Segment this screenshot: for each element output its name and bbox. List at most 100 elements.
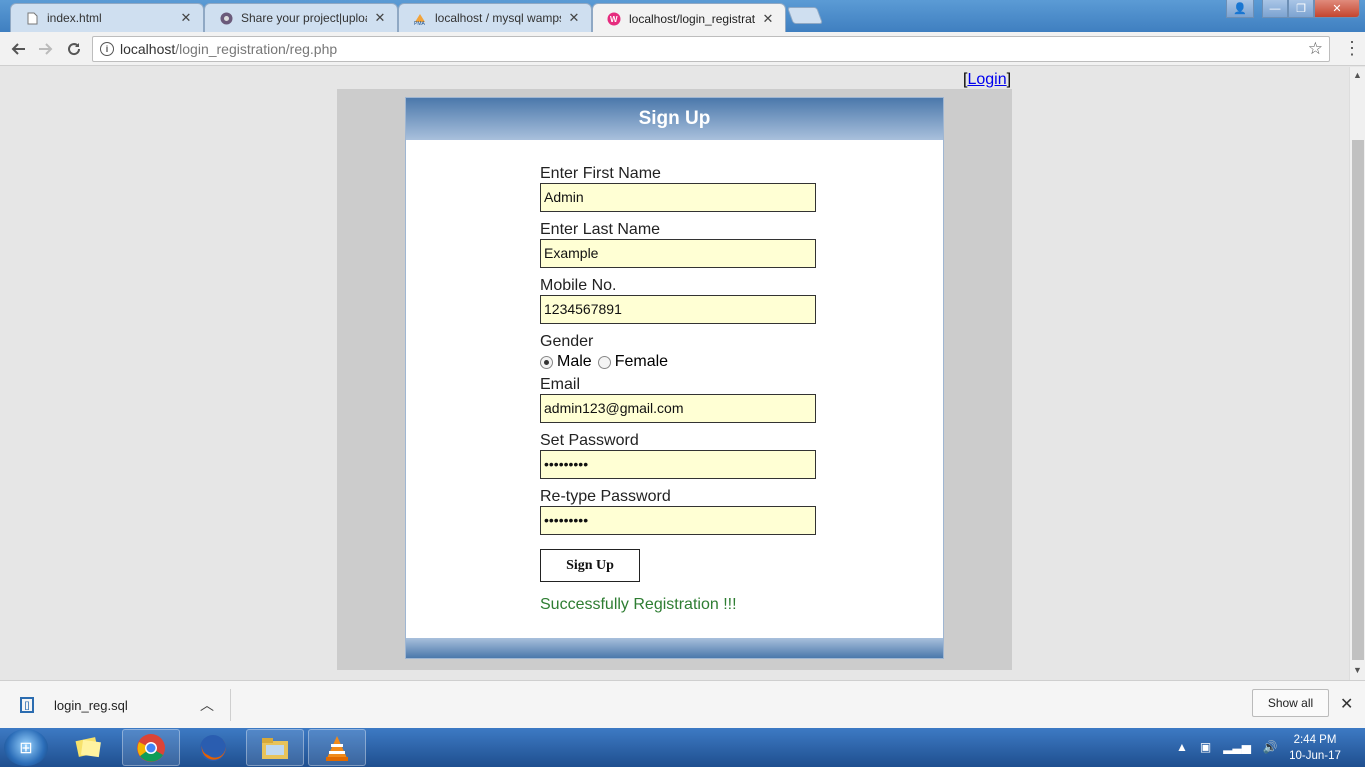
login-link[interactable]: Login bbox=[967, 71, 1006, 88]
reload-icon bbox=[68, 43, 81, 56]
clock-date: 10-Jun-17 bbox=[1289, 750, 1341, 762]
url-text: localhost/login_registration/reg.php bbox=[120, 41, 337, 57]
first-name-input[interactable]: Admin bbox=[540, 183, 816, 212]
taskbar-file-explorer[interactable] bbox=[246, 729, 304, 766]
windows-logo-icon: ⊞ bbox=[19, 739, 33, 757]
folder-icon bbox=[262, 737, 288, 759]
close-icon[interactable]: ✕ bbox=[1340, 694, 1353, 714]
download-file-name: login_reg.sql bbox=[54, 697, 128, 713]
close-icon[interactable]: ✕ bbox=[179, 10, 193, 26]
tab-title: localhost / mysql wamps bbox=[435, 11, 561, 25]
gender-radio-group: Male Female bbox=[540, 351, 840, 373]
arrow-left-icon bbox=[11, 43, 25, 55]
maximize-button[interactable]: ❐ bbox=[1288, 0, 1314, 18]
mobile-label: Mobile No. bbox=[540, 277, 617, 294]
url-path: /login_registration/reg.php bbox=[175, 41, 338, 57]
forward-button[interactable] bbox=[34, 37, 58, 61]
menu-icon[interactable]: ⋮ bbox=[1343, 38, 1361, 60]
file-icon bbox=[25, 11, 39, 25]
last-name-label: Enter Last Name bbox=[540, 221, 661, 238]
taskbar-clock[interactable]: 2:44 PM 10-Jun-17 bbox=[1280, 732, 1350, 764]
tab-title: localhost/login_registrati bbox=[629, 11, 755, 26]
tab-title: Share your project|uploa bbox=[241, 11, 367, 25]
gender-male-radio[interactable] bbox=[540, 355, 553, 369]
password-label: Set Password bbox=[540, 432, 639, 449]
close-icon[interactable]: ✕ bbox=[761, 11, 775, 27]
first-name-label: Enter First Name bbox=[540, 165, 661, 182]
mobile-input[interactable]: 1234567891 bbox=[540, 295, 816, 324]
page-scrollbar[interactable]: ▲ ▼ bbox=[1349, 67, 1365, 680]
gender-female-label: Female bbox=[614, 353, 669, 370]
scroll-up-icon[interactable]: ▲ bbox=[1353, 70, 1362, 80]
windows-taskbar: ⊞ ▲ ▣ ▂▃▅ 🔊 2:44 PM 10-Jun-17 bbox=[0, 728, 1365, 767]
clock-time: 2:44 PM bbox=[1293, 734, 1337, 746]
retype-password-label: Re-type Password bbox=[540, 488, 671, 505]
retype-password-input[interactable]: ••••••••• bbox=[540, 506, 816, 535]
wamp-icon: W bbox=[607, 12, 621, 26]
card-header: Sign Up bbox=[406, 98, 943, 140]
back-button[interactable] bbox=[6, 37, 30, 61]
show-all-button[interactable]: Show all bbox=[1252, 689, 1329, 717]
close-icon[interactable]: ✕ bbox=[567, 10, 581, 26]
firefox-icon bbox=[200, 734, 226, 761]
minimize-button[interactable]: — bbox=[1262, 0, 1288, 18]
page-title: Sign Up bbox=[638, 108, 711, 129]
url-host: localhost bbox=[120, 41, 176, 57]
volume-icon[interactable]: 🔊 bbox=[1263, 740, 1278, 754]
scroll-thumb[interactable] bbox=[1352, 140, 1364, 660]
profile-icon[interactable]: 👤 bbox=[1226, 0, 1254, 18]
close-window-button[interactable]: ✕ bbox=[1314, 0, 1360, 18]
signup-form: Enter First Name Admin Enter Last Name E… bbox=[540, 164, 840, 614]
new-tab-button[interactable] bbox=[786, 7, 824, 24]
last-name-input[interactable]: Example bbox=[540, 239, 816, 268]
email-input[interactable]: admin123@gmail.com bbox=[540, 394, 816, 423]
success-message: Successfully Registration !!! bbox=[540, 596, 737, 613]
bookmark-star-icon[interactable]: ☆ bbox=[1308, 39, 1323, 59]
login-link-container: [Login] bbox=[963, 71, 1011, 89]
tab-phpmyadmin[interactable]: PMA localhost / mysql wamps ✕ bbox=[398, 3, 592, 32]
gender-female-radio[interactable] bbox=[597, 355, 611, 369]
taskbar-vlc[interactable] bbox=[308, 729, 366, 766]
tab-share-project[interactable]: Share your project|uploa ✕ bbox=[204, 3, 398, 32]
phpmyadmin-icon: PMA bbox=[413, 11, 427, 25]
scroll-down-icon[interactable]: ▼ bbox=[1353, 665, 1362, 675]
reload-button[interactable] bbox=[62, 37, 86, 61]
download-shelf: [] login_reg.sql ︿ Show all ✕ bbox=[0, 680, 1365, 728]
bracket-close: ] bbox=[1006, 71, 1012, 88]
email-label: Email bbox=[540, 376, 581, 393]
sticky-notes-icon bbox=[75, 736, 101, 757]
form-outer-box: Sign Up Enter First Name Admin Enter Las… bbox=[337, 89, 1012, 670]
download-item[interactable]: [] login_reg.sql bbox=[12, 691, 128, 719]
password-input[interactable]: ••••••••• bbox=[540, 450, 816, 479]
taskbar-firefox[interactable] bbox=[184, 729, 242, 766]
network-device-icon[interactable]: ▣ bbox=[1200, 740, 1211, 754]
close-icon[interactable]: ✕ bbox=[373, 10, 387, 26]
page-viewport: [Login] Sign Up Enter First Name Admin E… bbox=[0, 67, 1349, 680]
gender-male-label: Male bbox=[557, 353, 592, 370]
taskbar-sticky-notes[interactable] bbox=[60, 729, 118, 766]
sql-file-icon: [] bbox=[20, 697, 34, 713]
system-tray: ▲ ▣ ▂▃▅ 🔊 bbox=[1176, 736, 1290, 758]
gender-label: Gender bbox=[540, 333, 594, 350]
browser-toolbar: i localhost/login_registration/reg.php ☆… bbox=[0, 32, 1365, 66]
tab-index-html[interactable]: index.html ✕ bbox=[10, 3, 204, 32]
taskbar-chrome[interactable] bbox=[122, 729, 180, 766]
tab-title: index.html bbox=[47, 11, 102, 25]
arrow-right-icon bbox=[39, 43, 53, 55]
tray-expand-icon[interactable]: ▲ bbox=[1176, 740, 1188, 754]
tab-login-registration[interactable]: W localhost/login_registrati ✕ bbox=[592, 3, 786, 33]
info-icon[interactable]: i bbox=[100, 42, 114, 56]
signal-strength-icon[interactable]: ▂▃▅ bbox=[1223, 740, 1251, 754]
signup-card: Sign Up Enter First Name Admin Enter Las… bbox=[405, 97, 944, 659]
signup-button[interactable]: Sign Up bbox=[540, 549, 640, 582]
shelf-divider bbox=[230, 689, 231, 721]
chevron-up-icon[interactable]: ︿ bbox=[200, 695, 214, 715]
svg-text:W: W bbox=[610, 15, 618, 24]
svg-text:PMA: PMA bbox=[414, 21, 426, 25]
browser-tab-bar: index.html ✕ Share your project|uploa ✕ … bbox=[0, 0, 1365, 33]
chrome-icon bbox=[137, 733, 165, 762]
site-favicon-icon bbox=[219, 11, 233, 25]
card-footer bbox=[406, 638, 943, 658]
start-button[interactable]: ⊞ bbox=[4, 729, 48, 766]
address-bar[interactable]: i localhost/login_registration/reg.php ☆ bbox=[92, 36, 1330, 62]
